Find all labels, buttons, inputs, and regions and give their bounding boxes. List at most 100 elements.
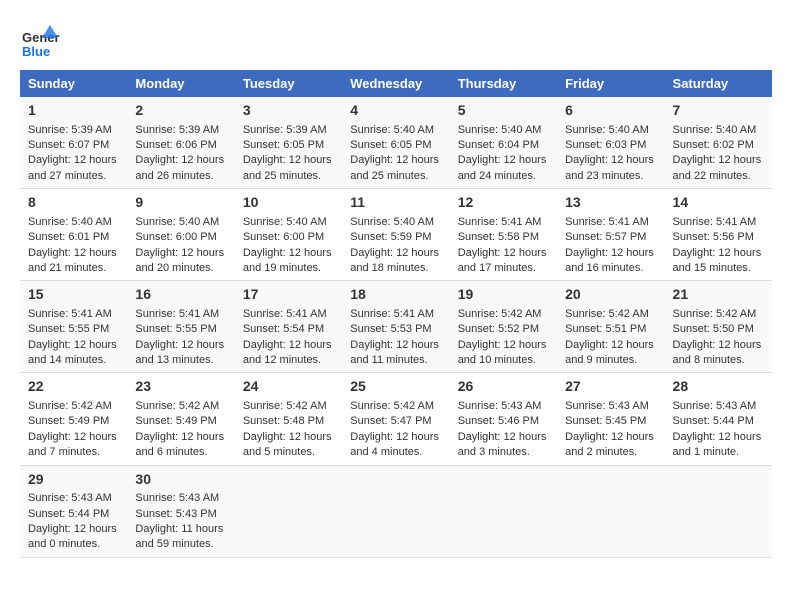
calendar-cell [665,465,772,557]
sunset-label: Sunset: 6:07 PM [28,139,109,151]
sunset-label: Sunset: 6:04 PM [458,139,539,151]
sunset-label: Sunset: 6:03 PM [565,139,646,151]
calendar-cell: 15Sunrise: 5:41 AMSunset: 5:55 PMDayligh… [20,281,127,373]
daylight-label: Daylight: 12 hours and 23 minutes. [565,154,654,181]
day-number: 21 [673,285,764,305]
sunset-label: Sunset: 5:43 PM [135,508,216,520]
sunrise-label: Sunrise: 5:43 AM [135,492,219,504]
calendar-cell: 17Sunrise: 5:41 AMSunset: 5:54 PMDayligh… [235,281,342,373]
daylight-label: Daylight: 12 hours and 0 minutes. [28,523,117,550]
sunset-label: Sunset: 6:00 PM [135,231,216,243]
logo: General Blue [20,20,66,60]
sunrise-label: Sunrise: 5:42 AM [565,308,649,320]
day-number: 4 [350,101,441,121]
daylight-label: Daylight: 12 hours and 13 minutes. [135,339,224,366]
sunrise-label: Sunrise: 5:42 AM [673,308,757,320]
calendar-cell: 3Sunrise: 5:39 AMSunset: 6:05 PMDaylight… [235,97,342,189]
calendar-week-row: 22Sunrise: 5:42 AMSunset: 5:49 PMDayligh… [20,373,772,465]
page-header: General Blue [20,20,772,60]
header-friday: Friday [557,70,664,97]
daylight-label: Daylight: 12 hours and 2 minutes. [565,431,654,458]
day-number: 14 [673,193,764,213]
calendar-cell: 22Sunrise: 5:42 AMSunset: 5:49 PMDayligh… [20,373,127,465]
sunset-label: Sunset: 6:01 PM [28,231,109,243]
sunset-label: Sunset: 6:05 PM [350,139,431,151]
header-sunday: Sunday [20,70,127,97]
daylight-label: Daylight: 12 hours and 8 minutes. [673,339,762,366]
daylight-label: Daylight: 12 hours and 1 minute. [673,431,762,458]
sunset-label: Sunset: 6:02 PM [673,139,754,151]
calendar-cell: 23Sunrise: 5:42 AMSunset: 5:49 PMDayligh… [127,373,234,465]
sunset-label: Sunset: 5:53 PM [350,323,431,335]
calendar-cell: 13Sunrise: 5:41 AMSunset: 5:57 PMDayligh… [557,189,664,281]
day-number: 3 [243,101,334,121]
calendar-cell: 6Sunrise: 5:40 AMSunset: 6:03 PMDaylight… [557,97,664,189]
daylight-label: Daylight: 12 hours and 22 minutes. [673,154,762,181]
calendar-cell: 28Sunrise: 5:43 AMSunset: 5:44 PMDayligh… [665,373,772,465]
header-tuesday: Tuesday [235,70,342,97]
day-number: 6 [565,101,656,121]
calendar-cell: 26Sunrise: 5:43 AMSunset: 5:46 PMDayligh… [450,373,557,465]
calendar-cell: 19 Sunrise: 5:42 AM Sunset: 5:52 PM Dayligh… [450,281,557,373]
daylight-label: Daylight: 12 hours and 26 minutes. [135,154,224,181]
daylight-label: Daylight: 12 hours and 25 minutes. [350,154,439,181]
daylight-label: Daylight: 12 hours and 11 minutes. [350,339,439,366]
day-number: 24 [243,377,334,397]
sunrise-label: Sunrise: 5:40 AM [243,216,327,228]
calendar-cell [342,465,449,557]
calendar-cell: 12Sunrise: 5:41 AMSunset: 5:58 PMDayligh… [450,189,557,281]
daylight-label: Daylight: 12 hours and 6 minutes. [135,431,224,458]
sunrise-label: Sunrise: 5:39 AM [243,124,327,136]
sunset-label: Sunset: 6:00 PM [243,231,324,243]
daylight-label: Daylight: 12 hours and 4 minutes. [350,431,439,458]
daylight-label: Daylight: 12 hours and 21 minutes. [28,247,117,274]
daylight-label: Daylight: 12 hours and 27 minutes. [28,154,117,181]
sunset-label: Sunset: 5:56 PM [673,231,754,243]
daylight-label: Daylight: 12 hours and 10 minutes. [458,339,547,366]
calendar-cell: 14Sunrise: 5:41 AMSunset: 5:56 PMDayligh… [665,189,772,281]
daylight-label: Daylight: 12 hours and 18 minutes. [350,247,439,274]
daylight-label: Daylight: 12 hours and 9 minutes. [565,339,654,366]
calendar-cell: 11Sunrise: 5:40 AMSunset: 5:59 PMDayligh… [342,189,449,281]
day-number: 10 [243,193,334,213]
daylight-label: Daylight: 12 hours and 16 minutes. [565,247,654,274]
day-number: 28 [673,377,764,397]
calendar-week-row: 8Sunrise: 5:40 AMSunset: 6:01 PMDaylight… [20,189,772,281]
day-number: 30 [135,470,226,490]
sunset-label: Sunset: 5:57 PM [565,231,646,243]
sunset-label: Sunset: 5:55 PM [135,323,216,335]
sunrise-label: Sunrise: 5:42 AM [350,400,434,412]
header-monday: Monday [127,70,234,97]
calendar-week-row: 15Sunrise: 5:41 AMSunset: 5:55 PMDayligh… [20,281,772,373]
header-wednesday: Wednesday [342,70,449,97]
day-number: 20 [565,285,656,305]
calendar-cell: 20Sunrise: 5:42 AMSunset: 5:51 PMDayligh… [557,281,664,373]
calendar-cell: 24Sunrise: 5:42 AMSunset: 5:48 PMDayligh… [235,373,342,465]
day-number: 19 [458,285,549,305]
day-number: 27 [565,377,656,397]
day-number: 11 [350,193,441,213]
sunset-label: Sunset: 5:52 PM [458,323,539,335]
sunrise-label: Sunrise: 5:42 AM [458,308,542,320]
day-number: 18 [350,285,441,305]
sunrise-label: Sunrise: 5:41 AM [565,216,649,228]
calendar-cell: 18Sunrise: 5:41 AMSunset: 5:53 PMDayligh… [342,281,449,373]
sunset-label: Sunset: 5:59 PM [350,231,431,243]
day-number: 17 [243,285,334,305]
calendar-cell: 27Sunrise: 5:43 AMSunset: 5:45 PMDayligh… [557,373,664,465]
sunrise-label: Sunrise: 5:39 AM [28,124,112,136]
sunset-label: Sunset: 5:50 PM [673,323,754,335]
day-number: 7 [673,101,764,121]
sunrise-label: Sunrise: 5:43 AM [565,400,649,412]
sunrise-label: Sunrise: 5:40 AM [28,216,112,228]
calendar-cell: 2Sunrise: 5:39 AMSunset: 6:06 PMDaylight… [127,97,234,189]
sunrise-label: Sunrise: 5:40 AM [673,124,757,136]
daylight-label: Daylight: 12 hours and 25 minutes. [243,154,332,181]
daylight-label: Daylight: 12 hours and 5 minutes. [243,431,332,458]
sunset-label: Sunset: 6:06 PM [135,139,216,151]
day-number: 23 [135,377,226,397]
calendar-table: Sunday Monday Tuesday Wednesday Thursday… [20,70,772,558]
day-number: 29 [28,470,119,490]
day-number: 25 [350,377,441,397]
calendar-cell: 7 Sunrise: 5:40 AM Sunset: 6:02 PM Daylight… [665,97,772,189]
